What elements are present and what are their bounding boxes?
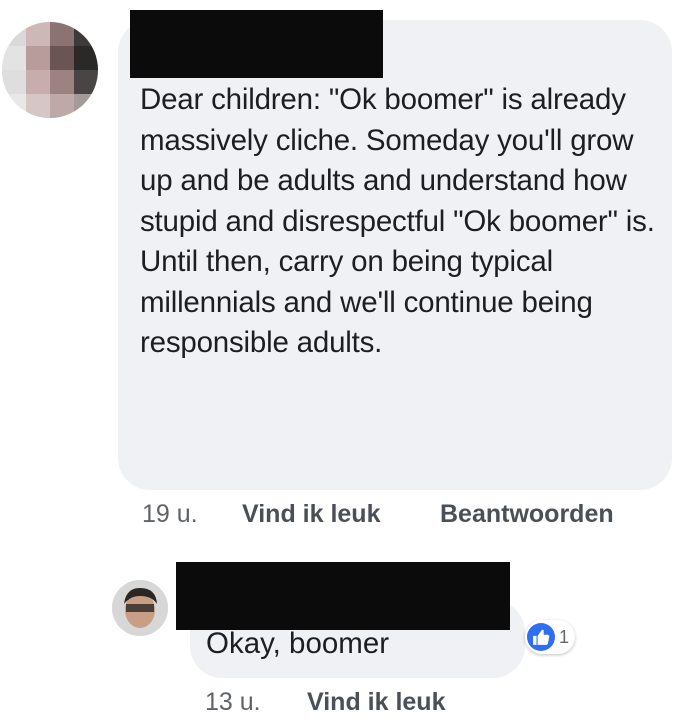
pixelated-avatar-image [2,22,98,118]
redacted-commenter-name [130,10,383,78]
comment-timestamp[interactable]: 19 u. [142,500,198,528]
reply-actions: 13 u. Vind ik leuk [205,688,445,717]
commenter-avatar[interactable] [2,22,98,118]
comment-reply-button[interactable]: Beantwoorden [440,500,614,529]
reply-avatar[interactable] [112,580,168,636]
redacted-reply-name [176,562,510,630]
thumbs-up-icon [527,623,555,651]
comment-text: Dear children: "Ok boomer" is already ma… [140,83,655,359]
reply-text: Okay, boomer [206,627,390,660]
comment-actions: 19 u. Vind ik leuk Beantwoorden [142,500,614,529]
reply-avatar-image [112,580,168,636]
reply-timestamp[interactable]: 13 u. [205,688,261,716]
comment-like-button[interactable]: Vind ik leuk [242,500,380,529]
reply-like-button[interactable]: Vind ik leuk [307,688,445,717]
reaction-summary[interactable]: 1 [525,620,576,654]
reaction-count: 1 [559,626,570,647]
